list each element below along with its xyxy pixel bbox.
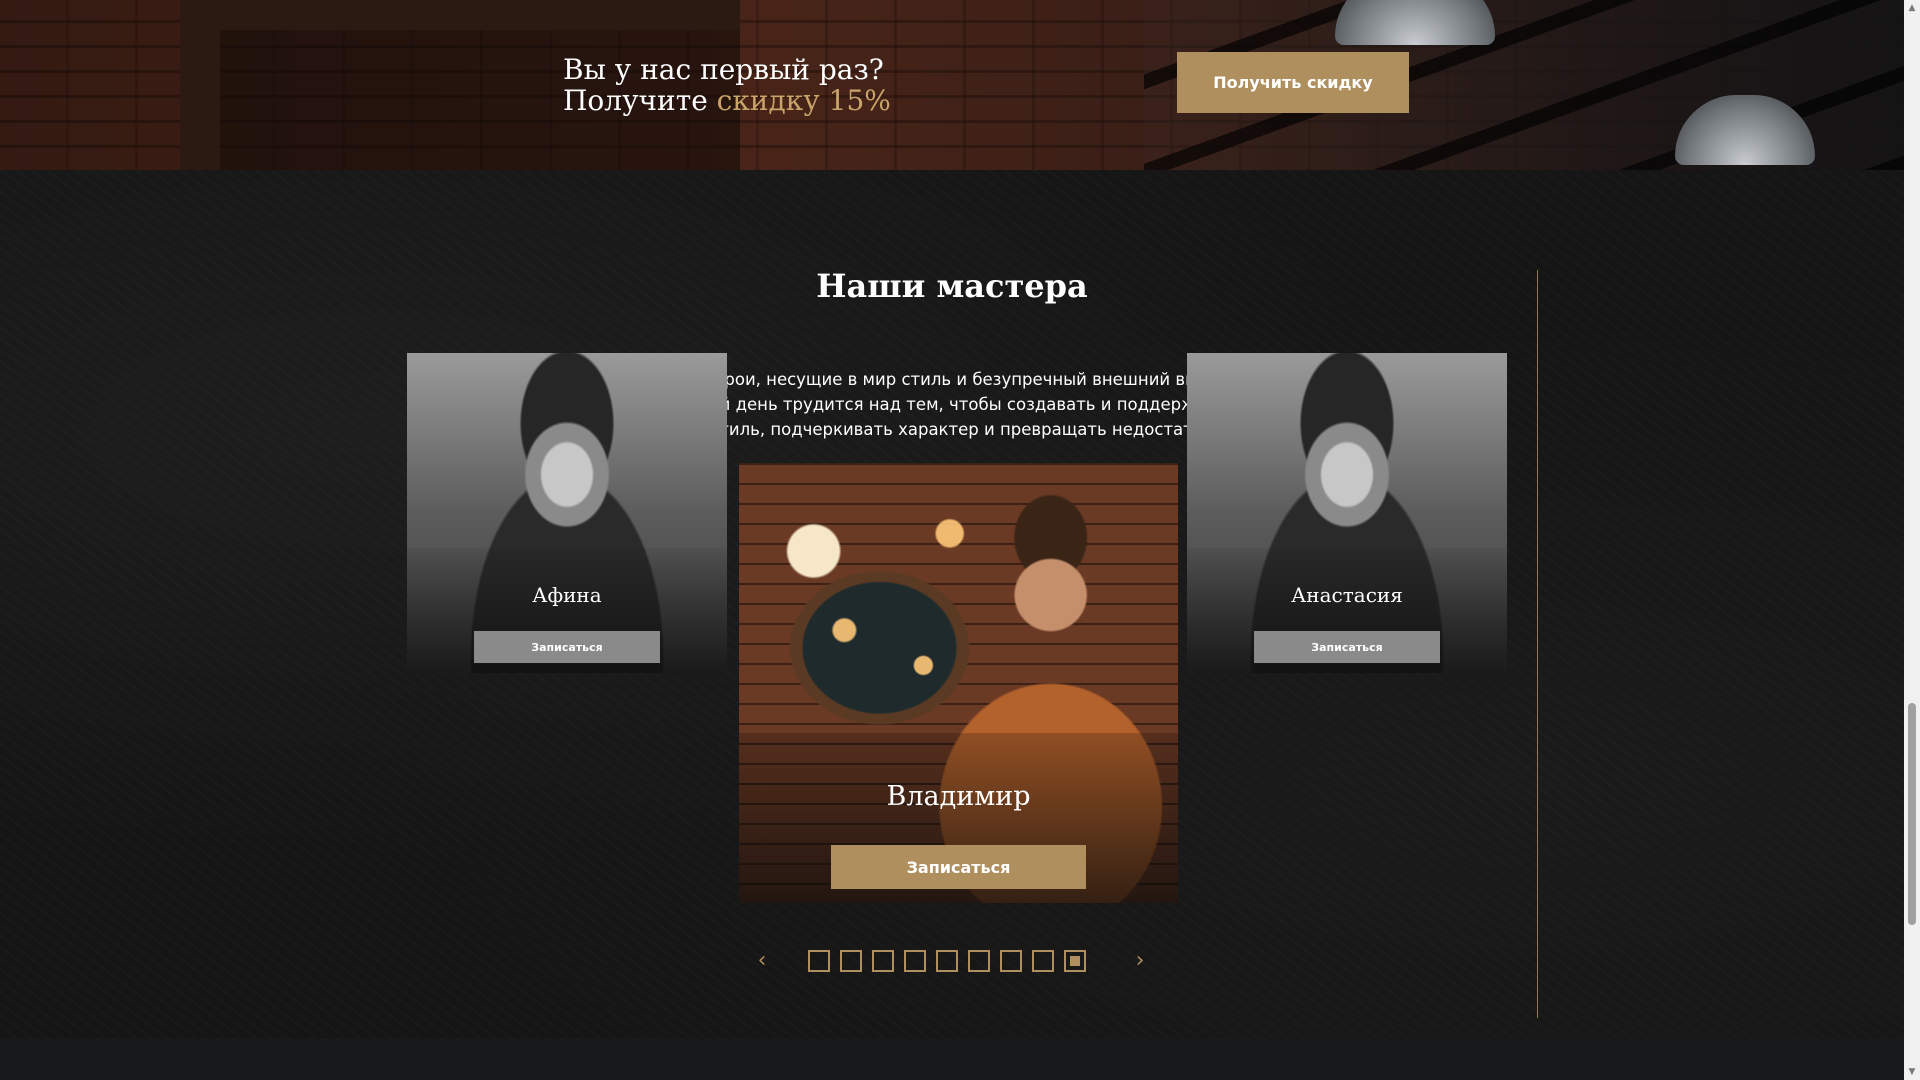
page-scrollbar[interactable]: ▲ ▼ xyxy=(1904,0,1920,1080)
carousel-pager: ‹ › xyxy=(0,950,1904,974)
master-card-afina[interactable]: Афина Записаться xyxy=(407,353,727,673)
promo-line-2-prefix: Получите xyxy=(563,84,717,117)
carousel-dot[interactable] xyxy=(840,950,862,972)
master-name: Анастасия xyxy=(1291,583,1403,607)
lamp-decoration xyxy=(1335,0,1495,45)
master-card-vladimir[interactable]: Владимир Записаться xyxy=(739,463,1178,903)
get-discount-button[interactable]: Получить скидку xyxy=(1177,52,1409,113)
carousel-dot[interactable] xyxy=(1064,950,1086,972)
section-title: Наши мастера xyxy=(816,267,1088,305)
scroll-down-icon[interactable]: ▼ xyxy=(1904,1064,1920,1080)
promo-text: Вы у нас первый раз? Получите скидку 15% xyxy=(563,54,891,116)
chevron-right-icon[interactable]: › xyxy=(1130,950,1150,974)
book-button[interactable]: Записаться xyxy=(474,631,660,663)
carousel-dot[interactable] xyxy=(968,950,990,972)
footer-strip xyxy=(0,1038,1904,1080)
carousel-dots xyxy=(808,950,1086,972)
carousel-dot[interactable] xyxy=(872,950,894,972)
carousel-dot[interactable] xyxy=(808,950,830,972)
promo-discount-accent: скидку 15% xyxy=(716,84,891,117)
carousel-dot[interactable] xyxy=(936,950,958,972)
promo-line-1: Вы у нас первый раз? xyxy=(563,53,884,86)
master-card-anastasia[interactable]: Анастасия Записаться xyxy=(1187,353,1507,673)
chevron-left-icon[interactable]: ‹ xyxy=(752,950,772,974)
carousel-dot[interactable] xyxy=(1032,950,1054,972)
scrollbar-thumb[interactable] xyxy=(1908,703,1916,925)
book-button[interactable]: Записаться xyxy=(1254,631,1440,663)
master-name: Владимир xyxy=(886,781,1031,812)
carousel-dot[interactable] xyxy=(904,950,926,972)
master-name: Афина xyxy=(532,583,602,607)
vertical-divider xyxy=(1537,270,1538,1018)
carousel-dot[interactable] xyxy=(1000,950,1022,972)
scroll-up-icon[interactable]: ▲ xyxy=(1904,0,1920,16)
book-button[interactable]: Записаться xyxy=(831,845,1086,889)
promo-banner: Вы у нас первый раз? Получите скидку 15%… xyxy=(0,0,1904,170)
promo-line-2: Получите скидку 15% xyxy=(563,85,891,116)
